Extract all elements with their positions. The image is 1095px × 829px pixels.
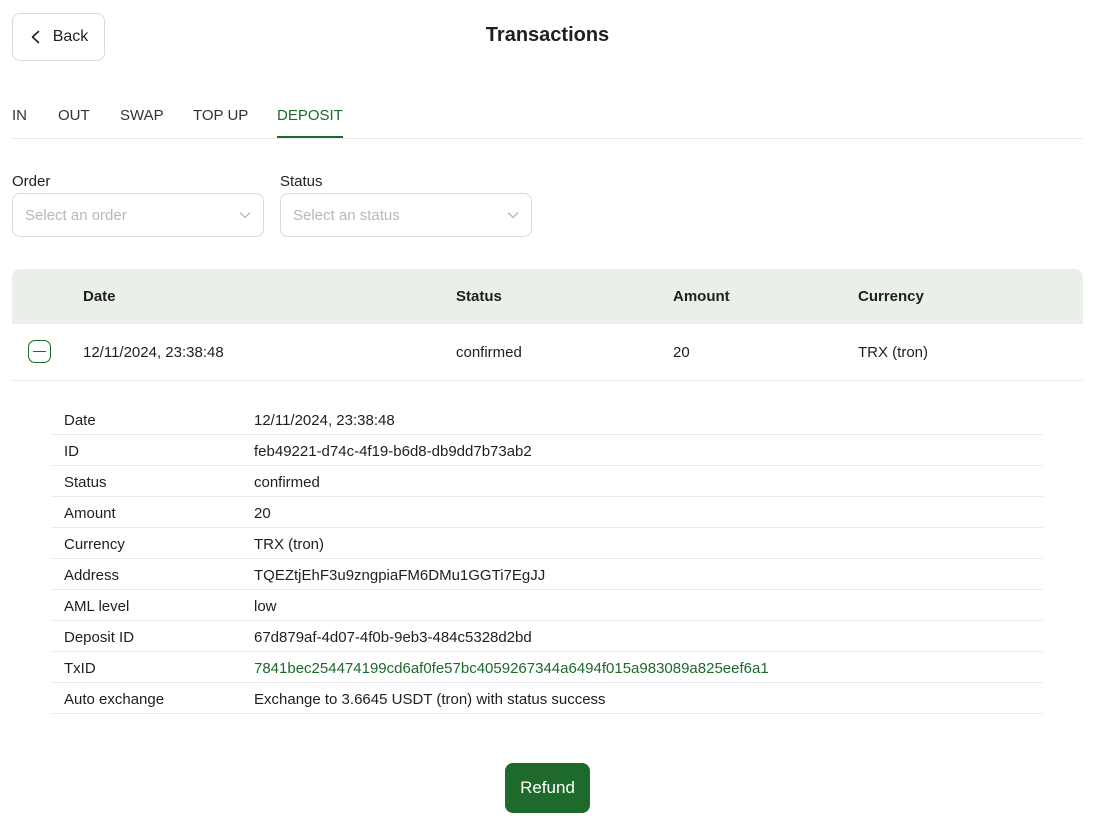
column-header-currency[interactable]: Currency bbox=[858, 288, 924, 305]
status-filter-label: Status bbox=[280, 173, 323, 190]
tab-out[interactable]: OUT bbox=[58, 107, 90, 136]
tab-swap[interactable]: SWAP bbox=[120, 107, 164, 136]
page-header: Back Transactions bbox=[0, 0, 1095, 75]
minus-square-icon[interactable] bbox=[28, 340, 51, 363]
detail-key: AML level bbox=[64, 598, 130, 615]
detail-key: Auto exchange bbox=[64, 691, 165, 708]
row-date: 12/11/2024, 23:38:48 bbox=[83, 344, 224, 361]
detail-row-id: ID feb49221-d74c-4f19-b6d8-db9dd7b73ab2 bbox=[52, 435, 1043, 466]
detail-key: Status bbox=[64, 474, 107, 491]
detail-value: Exchange to 3.6645 USDT (tron) with stat… bbox=[254, 691, 606, 708]
detail-row-status: Status confirmed bbox=[52, 466, 1043, 497]
table-row[interactable]: 12/11/2024, 23:38:48 confirmed 20 TRX (t… bbox=[12, 324, 1083, 381]
transaction-tabs: IN OUT SWAP TOP UP DEPOSIT bbox=[12, 96, 1083, 139]
detail-row-auto-exchange: Auto exchange Exchange to 3.6645 USDT (t… bbox=[52, 683, 1043, 714]
order-select[interactable]: Select an order bbox=[12, 193, 264, 237]
row-amount: 20 bbox=[673, 344, 690, 361]
tab-deposit[interactable]: DEPOSIT bbox=[277, 107, 343, 138]
txid-link[interactable]: 7841bec254474199cd6af0fe57bc4059267344a6… bbox=[254, 660, 769, 677]
detail-row-currency: Currency TRX (tron) bbox=[52, 528, 1043, 559]
row-status: confirmed bbox=[456, 344, 522, 361]
column-header-amount[interactable]: Amount bbox=[673, 288, 730, 305]
refund-button[interactable]: Refund bbox=[505, 763, 590, 813]
detail-row-address: Address TQEZtjEhF3u9zngpiaFM6DMu1GGTi7Eg… bbox=[52, 559, 1043, 590]
transaction-details: Date 12/11/2024, 23:38:48 ID feb49221-d7… bbox=[52, 404, 1043, 714]
detail-key: TxID bbox=[64, 660, 96, 677]
detail-value: 20 bbox=[254, 505, 271, 522]
detail-key: Currency bbox=[64, 536, 125, 553]
order-filter-label: Order bbox=[12, 173, 51, 190]
status-select-placeholder: Select an status bbox=[293, 206, 400, 224]
detail-key: ID bbox=[64, 443, 79, 460]
column-header-date[interactable]: Date bbox=[83, 288, 116, 305]
detail-row-amount: Amount 20 bbox=[52, 497, 1043, 528]
detail-row-txid: TxID 7841bec254474199cd6af0fe57bc4059267… bbox=[52, 652, 1043, 683]
row-currency: TRX (tron) bbox=[858, 344, 929, 361]
detail-value: low bbox=[254, 598, 277, 615]
detail-row-aml-level: AML level low bbox=[52, 590, 1043, 621]
page-title: Transactions bbox=[485, 24, 610, 46]
detail-value: confirmed bbox=[254, 474, 320, 491]
chevron-down-icon bbox=[239, 212, 251, 219]
detail-key: Address bbox=[64, 567, 120, 584]
detail-row-deposit-id: Deposit ID 67d879af-4d07-4f0b-9eb3-484c5… bbox=[52, 621, 1043, 652]
order-select-placeholder: Select an order bbox=[25, 206, 127, 224]
status-select[interactable]: Select an status bbox=[280, 193, 532, 237]
detail-value: feb49221-d74c-4f19-b6d8-db9dd7b73ab2 bbox=[254, 443, 532, 460]
column-header-status[interactable]: Status bbox=[456, 288, 502, 305]
detail-key: Deposit ID bbox=[64, 629, 135, 646]
tab-top-up[interactable]: TOP UP bbox=[193, 107, 248, 136]
tab-in[interactable]: IN bbox=[12, 107, 27, 136]
chevron-down-icon bbox=[507, 212, 519, 219]
detail-value: TQEZtjEhF3u9zngpiaFM6DMu1GGTi7EgJJ bbox=[254, 567, 546, 584]
detail-key: Amount bbox=[64, 505, 116, 522]
detail-value: 12/11/2024, 23:38:48 bbox=[254, 412, 395, 429]
detail-row-date: Date 12/11/2024, 23:38:48 bbox=[52, 404, 1043, 435]
detail-key: Date bbox=[64, 412, 96, 429]
table-header: Date Status Amount Currency bbox=[12, 269, 1083, 324]
detail-value: 67d879af-4d07-4f0b-9eb3-484c5328d2bd bbox=[254, 629, 532, 646]
detail-value: TRX (tron) bbox=[254, 536, 325, 553]
